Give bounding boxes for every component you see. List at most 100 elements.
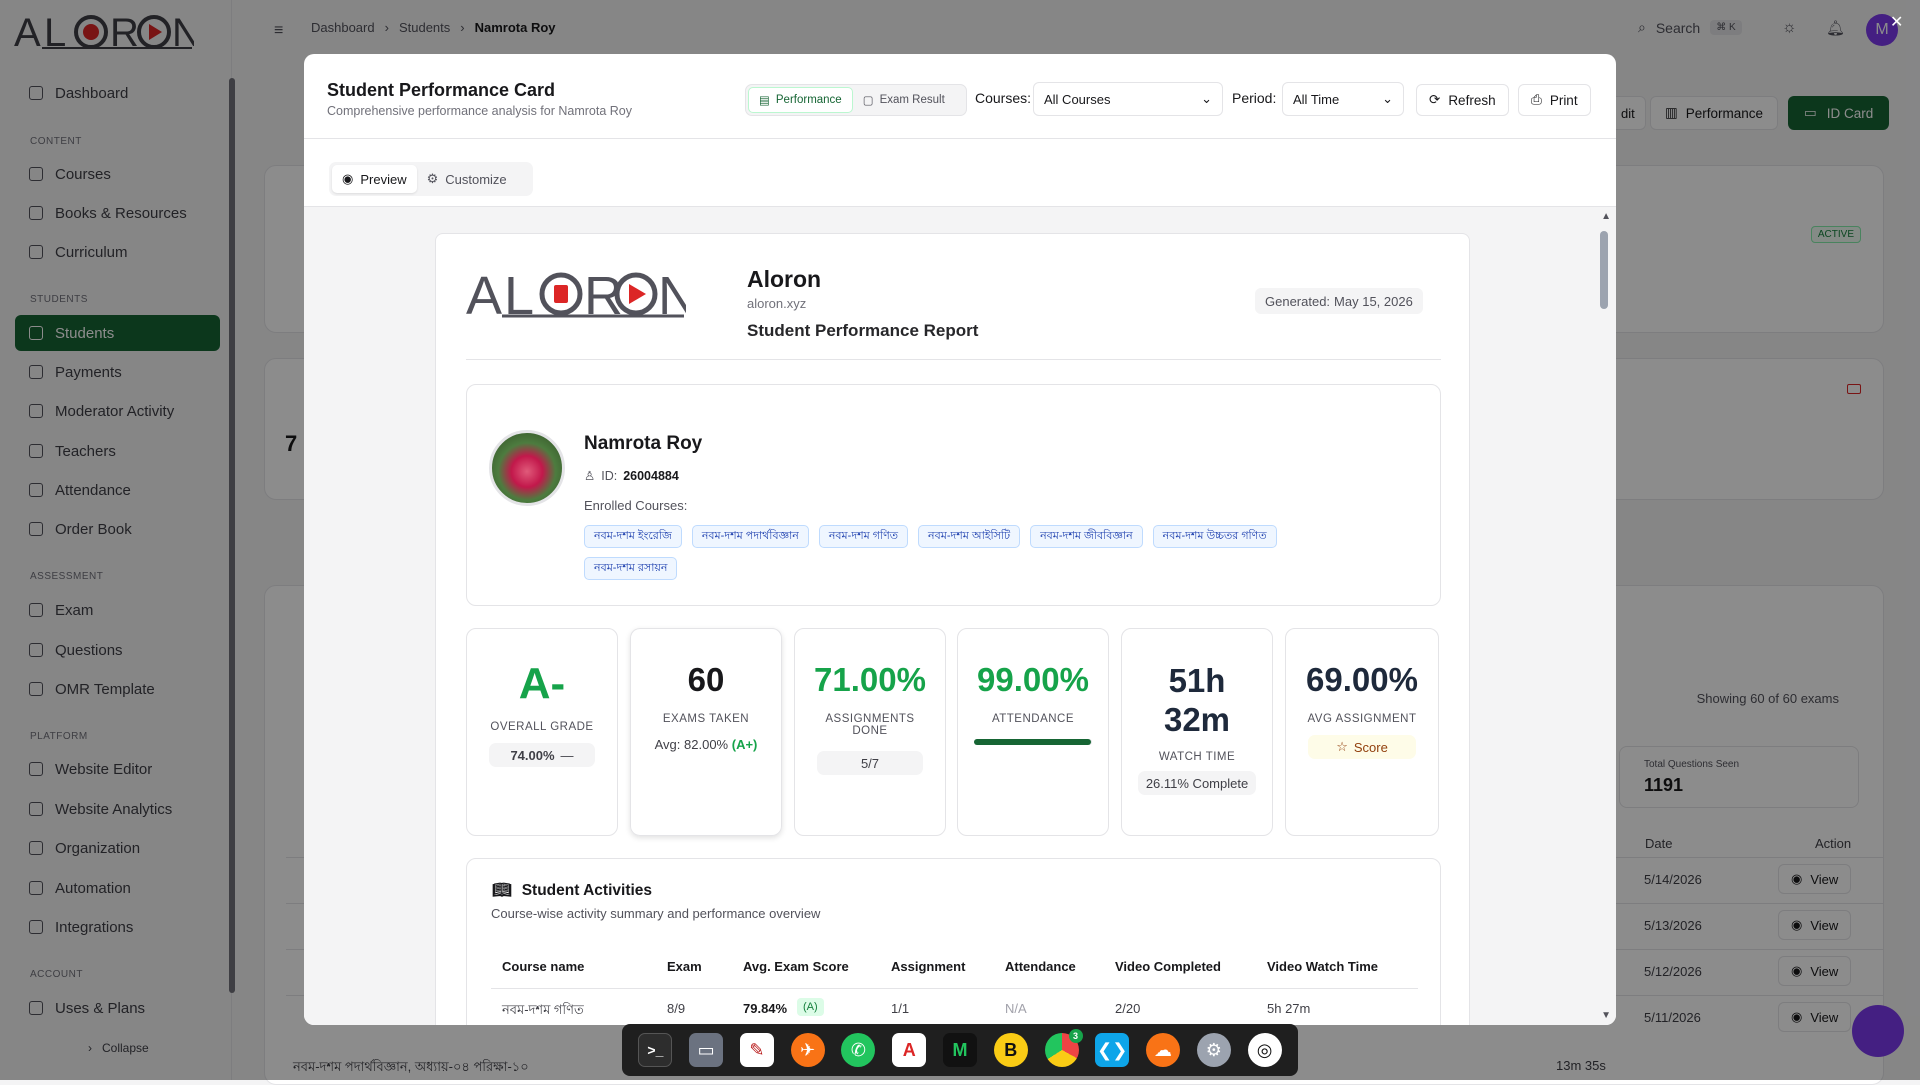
row-course: নবম-দশম গণিত — [502, 1002, 584, 1017]
terminal-app[interactable]: >_ — [630, 1028, 681, 1072]
files-app[interactable]: ▭ — [681, 1028, 732, 1072]
postman-app[interactable]: ✈ — [782, 1028, 833, 1072]
col-assignment: Assignment — [891, 959, 966, 974]
col-course-name: Course name — [502, 959, 585, 974]
row-exam: 8/9 — [667, 1001, 686, 1016]
bee-icon: B — [993, 1033, 1028, 1067]
report-scroll-area[interactable]: ▲ ▼ A L R N Aloron aloron.xyz Student Pe… — [304, 207, 1616, 1025]
user-icon: ♙ — [584, 469, 596, 483]
tab-preview[interactable]: ◉ Preview — [332, 165, 417, 193]
print-button[interactable]: ⎙ Print — [1518, 84, 1591, 116]
cloudflare-app[interactable]: ☁ — [1138, 1028, 1189, 1072]
gear-icon: ⚙ — [1196, 1033, 1231, 1067]
refresh-icon: ⟳ — [1429, 92, 1441, 107]
course-chip: নবম-দশম রসায়ন — [584, 557, 678, 580]
bee-app[interactable]: B — [985, 1028, 1036, 1072]
course-chip: নবম-দশম আইসিটি — [918, 525, 1021, 548]
pdf-icon: ✎ — [739, 1033, 774, 1067]
preview-tabs: ◉ Preview ⚙ Customize — [329, 162, 533, 196]
report-page: A L R N Aloron aloron.xyz Student Perfor… — [435, 233, 1470, 1025]
course-chip: নবম-দশম পদার্থবিজ্ঞান — [691, 525, 809, 548]
tab-performance[interactable]: ▤ Performance — [748, 87, 853, 113]
star-icon: ☆ — [1336, 739, 1348, 754]
course-chip: নবম-দশম জীববিজ্ঞান — [1030, 525, 1143, 548]
stat-avg-assignment: 69.00% AVG ASSIGNMENT ☆ Score — [1285, 628, 1439, 836]
svg-text:A: A — [466, 266, 502, 320]
row-assignment: 1/1 — [891, 1001, 910, 1016]
close-icon[interactable]: ✕ — [1890, 12, 1903, 32]
student-name: Namrota Roy — [584, 433, 703, 454]
performance-card-modal: Student Performance Card Comprehensive p… — [304, 54, 1616, 1025]
col-exam: Exam — [667, 959, 702, 974]
cloud-icon: ☁ — [1146, 1033, 1181, 1067]
student-profile: Namrota Roy ♙ ID: 26004884 Enrolled Course… — [466, 384, 1441, 606]
course-chip: নবম-দশম ইংরেজি — [584, 525, 682, 548]
course-chip: নবম-দশম গণিত — [818, 525, 909, 548]
whatsapp-icon: ✆ — [841, 1033, 876, 1067]
svg-text:N: N — [658, 266, 686, 320]
student-activities: 📖︎ Student Activities Course-wise activit… — [466, 858, 1441, 1025]
whatsapp-app[interactable]: ✆ — [833, 1028, 884, 1072]
gear-icon: ⚙ — [426, 171, 439, 186]
scroll-down-icon[interactable]: ▼ — [1601, 1010, 1611, 1021]
tab-customize[interactable]: ⚙ Customize — [417, 165, 517, 193]
row-watch: 5h 27m — [1267, 1001, 1311, 1016]
refresh-button[interactable]: ⟳ Refresh — [1416, 84, 1509, 116]
courses-select[interactable]: All Courses ⌄ — [1033, 82, 1223, 116]
m-icon: M — [942, 1033, 977, 1067]
row-grade-badge: (A) — [797, 998, 824, 1016]
terminal-icon: >_ — [638, 1033, 673, 1067]
org-url: aloron.xyz — [747, 296, 807, 311]
stat-overall-grade: A- OVERALL GRADE 74.00% — — [466, 628, 618, 836]
aloron-report-logo: A L R N — [466, 266, 686, 320]
editor-app[interactable]: M — [935, 1028, 986, 1072]
folder-icon: ▭ — [689, 1033, 724, 1067]
clipboard-icon: ▢ — [862, 95, 874, 107]
chrome-app[interactable]: 3 — [1036, 1028, 1087, 1072]
row-score: 79.84% — [743, 1001, 788, 1016]
stat-exams-taken: 60 EXAMS TAKEN Avg: 82.00% (A+) — [630, 628, 782, 836]
vscode-app[interactable]: ❮❯ — [1087, 1028, 1138, 1072]
col-video-completed: Video Completed — [1115, 959, 1221, 974]
postman-icon: ✈ — [790, 1033, 825, 1067]
period-select[interactable]: All Time ⌄ — [1282, 82, 1404, 116]
stat-watch-time: 51h 32m WATCH TIME 26.11% Complete — [1121, 628, 1273, 836]
col-attendance: Attendance — [1005, 959, 1076, 974]
chevron-down-icon: ⌄ — [1201, 91, 1212, 106]
modal-title: Student Performance Card — [327, 80, 556, 100]
settings-app[interactable]: ⚙ — [1188, 1028, 1239, 1072]
ubuntu-icon: ◎ — [1247, 1033, 1282, 1067]
report-scrollbar[interactable] — [1600, 231, 1608, 309]
acrobat-app[interactable]: A — [884, 1028, 935, 1072]
student-id: ♙ ID: 26004884 — [584, 468, 679, 484]
modal-subtitle: Comprehensive performance analysis for N… — [327, 104, 632, 118]
course-chip: নবম-দশম উচ্চতর গণিত — [1152, 525, 1277, 548]
tab-exam-result[interactable]: ▢ Exam Result — [853, 87, 955, 113]
attendance-progress — [974, 739, 1092, 745]
scroll-up-icon[interactable]: ▲ — [1601, 211, 1611, 222]
pdf-app[interactable]: ✎ — [732, 1028, 783, 1072]
generated-date: Generated: May 15, 2026 — [1255, 288, 1423, 314]
ubuntu-app[interactable]: ◎ — [1239, 1028, 1290, 1072]
org-name: Aloron — [747, 266, 822, 292]
chart-icon: ▤ — [759, 95, 770, 107]
printer-icon: ⎙ — [1531, 92, 1542, 107]
col-avg-score: Avg. Exam Score — [743, 959, 849, 974]
taskbar-dock: >_ ▭ ✎ ✈ ✆ A M B 3 ❮❯ ☁ ⚙ ◎ — [622, 1024, 1298, 1076]
report-title: Student Performance Report — [747, 321, 979, 340]
eye-icon: ◉ — [342, 171, 354, 186]
course-chips: নবম-দশম ইংরেজি নবম-দশম পদার্থবিজ্ঞান নবম-দ… — [584, 525, 1364, 580]
book-open-icon: 📖︎ — [492, 882, 512, 899]
row-video: 2/20 — [1115, 1001, 1141, 1016]
period-label: Period: — [1232, 90, 1277, 106]
view-toggle: ▤ Performance ▢ Exam Result — [745, 84, 967, 116]
chevron-down-icon: ⌄ — [1382, 91, 1393, 106]
chrome-icon: 3 — [1044, 1029, 1083, 1067]
row-attendance: N/A — [1005, 1001, 1027, 1016]
courses-label: Courses: — [975, 90, 1032, 106]
vscode-icon: ❮❯ — [1095, 1033, 1130, 1067]
acrobat-icon: A — [892, 1033, 927, 1067]
stat-attendance: 99.00% ATTENDANCE — [957, 628, 1109, 836]
enrolled-label: Enrolled Courses: — [584, 498, 688, 513]
col-video-watch-time: Video Watch Time — [1267, 959, 1379, 974]
